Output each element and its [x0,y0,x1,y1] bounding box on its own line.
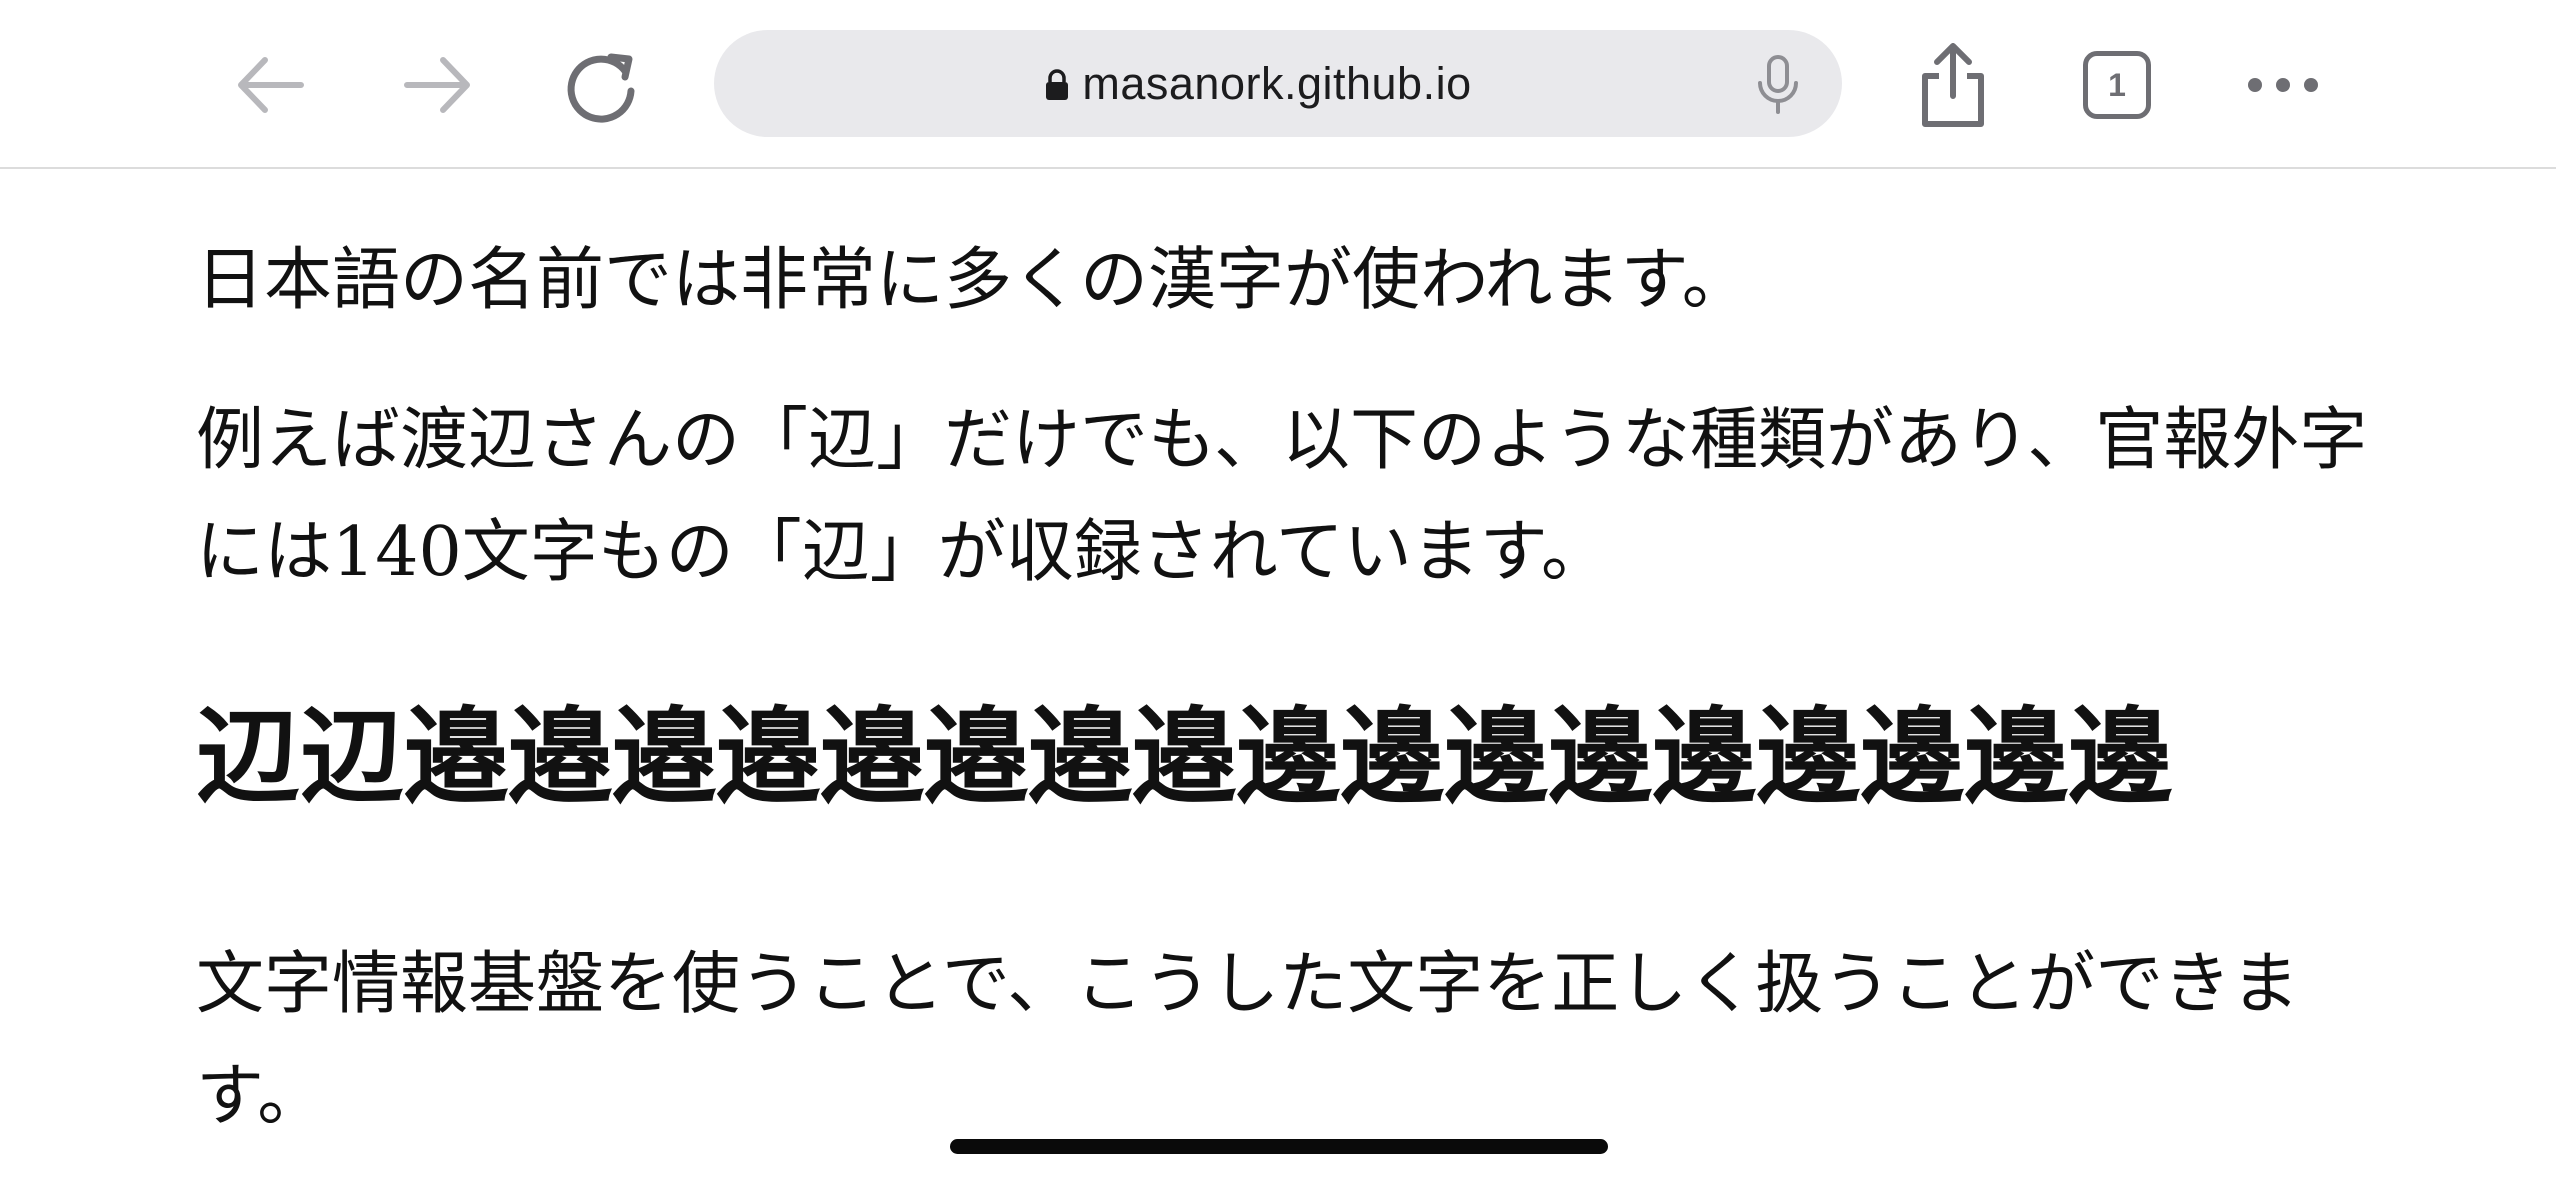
more-button[interactable] [2228,30,2338,140]
tabs-icon: 1 [2083,51,2151,119]
share-button[interactable] [1898,30,2008,140]
share-icon [1922,43,1984,127]
home-indicator[interactable] [950,1139,1608,1154]
arrow-right-icon [404,57,470,113]
arrow-left-icon [238,57,304,113]
tab-count: 1 [2108,66,2126,103]
ellipsis-icon [2248,78,2318,92]
forward-button[interactable] [382,30,492,140]
reload-icon [567,53,635,123]
lock-icon [1044,68,1070,106]
kanji-variant-list: 辺辺邉邉邉邉邉邉邉邉邊邊邊邊邊邊邊邊邊 [196,695,2173,818]
tabs-button[interactable]: 1 [2062,30,2172,140]
microphone-icon[interactable] [1750,55,1806,115]
paragraph-example: 例えば渡辺さんの「辺」だけでも、以下のような種類があり、官報外字には140文字も… [196,401,2368,592]
browser-toolbar: masanork.github.io 1 [0,0,2556,169]
address-bar[interactable]: masanork.github.io [714,30,1842,137]
address-bar-content: masanork.github.io [714,30,1842,137]
reload-button[interactable] [548,30,658,140]
url-text: masanork.github.io [1082,57,1472,109]
back-button[interactable] [216,30,326,140]
paragraph-conclusion: 文字情報基盤を使うことで、こうした文字を正しく扱うことができます。 [196,945,2300,1136]
paragraph-intro: 日本語の名前では非常に多くの漢字が使われます。 [196,241,1750,320]
